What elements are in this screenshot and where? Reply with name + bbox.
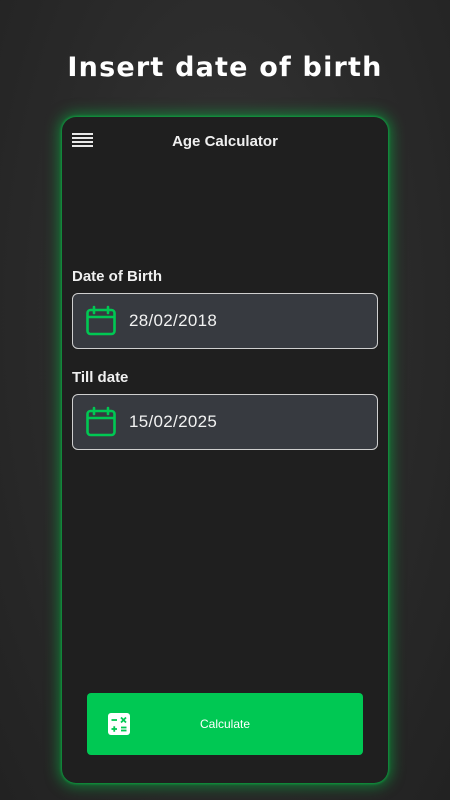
promo-screen: Insert date of birth Age Calculator Date… <box>0 0 450 800</box>
app-window: Age Calculator Date of Birth 28/02/2018 … <box>62 117 388 783</box>
app-title: Age Calculator <box>172 133 278 150</box>
dob-value: 28/02/2018 <box>129 311 218 330</box>
till-date-field[interactable]: 15/02/2025 <box>72 394 378 450</box>
calculate-button[interactable]: Calculate <box>87 693 363 755</box>
till-date-label: Till date <box>72 369 129 386</box>
calculate-button-label: Calculate <box>199 717 251 731</box>
dob-label: Date of Birth <box>72 268 162 285</box>
dob-field[interactable]: 28/02/2018 <box>72 293 378 349</box>
till-date-value: 15/02/2025 <box>129 412 218 431</box>
calendar-icon <box>86 305 116 336</box>
promo-headline: Insert date of birth <box>67 52 383 83</box>
calendar-icon <box>86 406 116 437</box>
